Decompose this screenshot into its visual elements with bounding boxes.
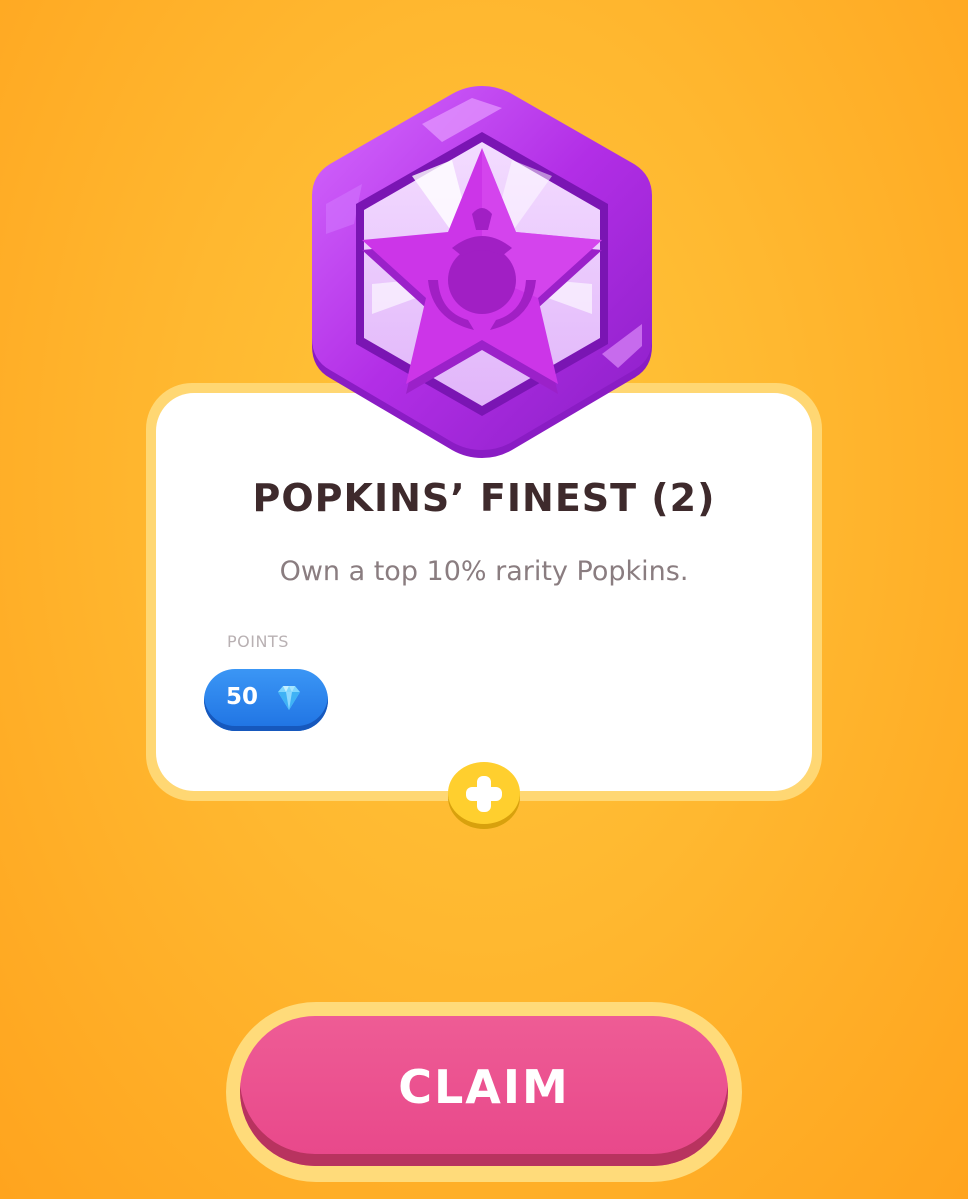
points-value: 50: [226, 684, 259, 710]
achievement-title: POPKINS’ FINEST (2): [252, 476, 716, 520]
points-badge: [204, 669, 328, 731]
achievement-description: Own a top 10% rarity Popkins.: [279, 556, 689, 587]
purple-star-crest-badge-icon: [312, 86, 652, 458]
achievement-screen: POPKINS’ FINEST (2) Own a top 10% rarity…: [0, 0, 968, 1199]
claim-button[interactable]: [240, 1016, 728, 1166]
expand-plus-icon[interactable]: [447, 760, 521, 830]
blue-diamond-icon: [278, 686, 300, 710]
points-label: POINTS: [227, 632, 289, 651]
